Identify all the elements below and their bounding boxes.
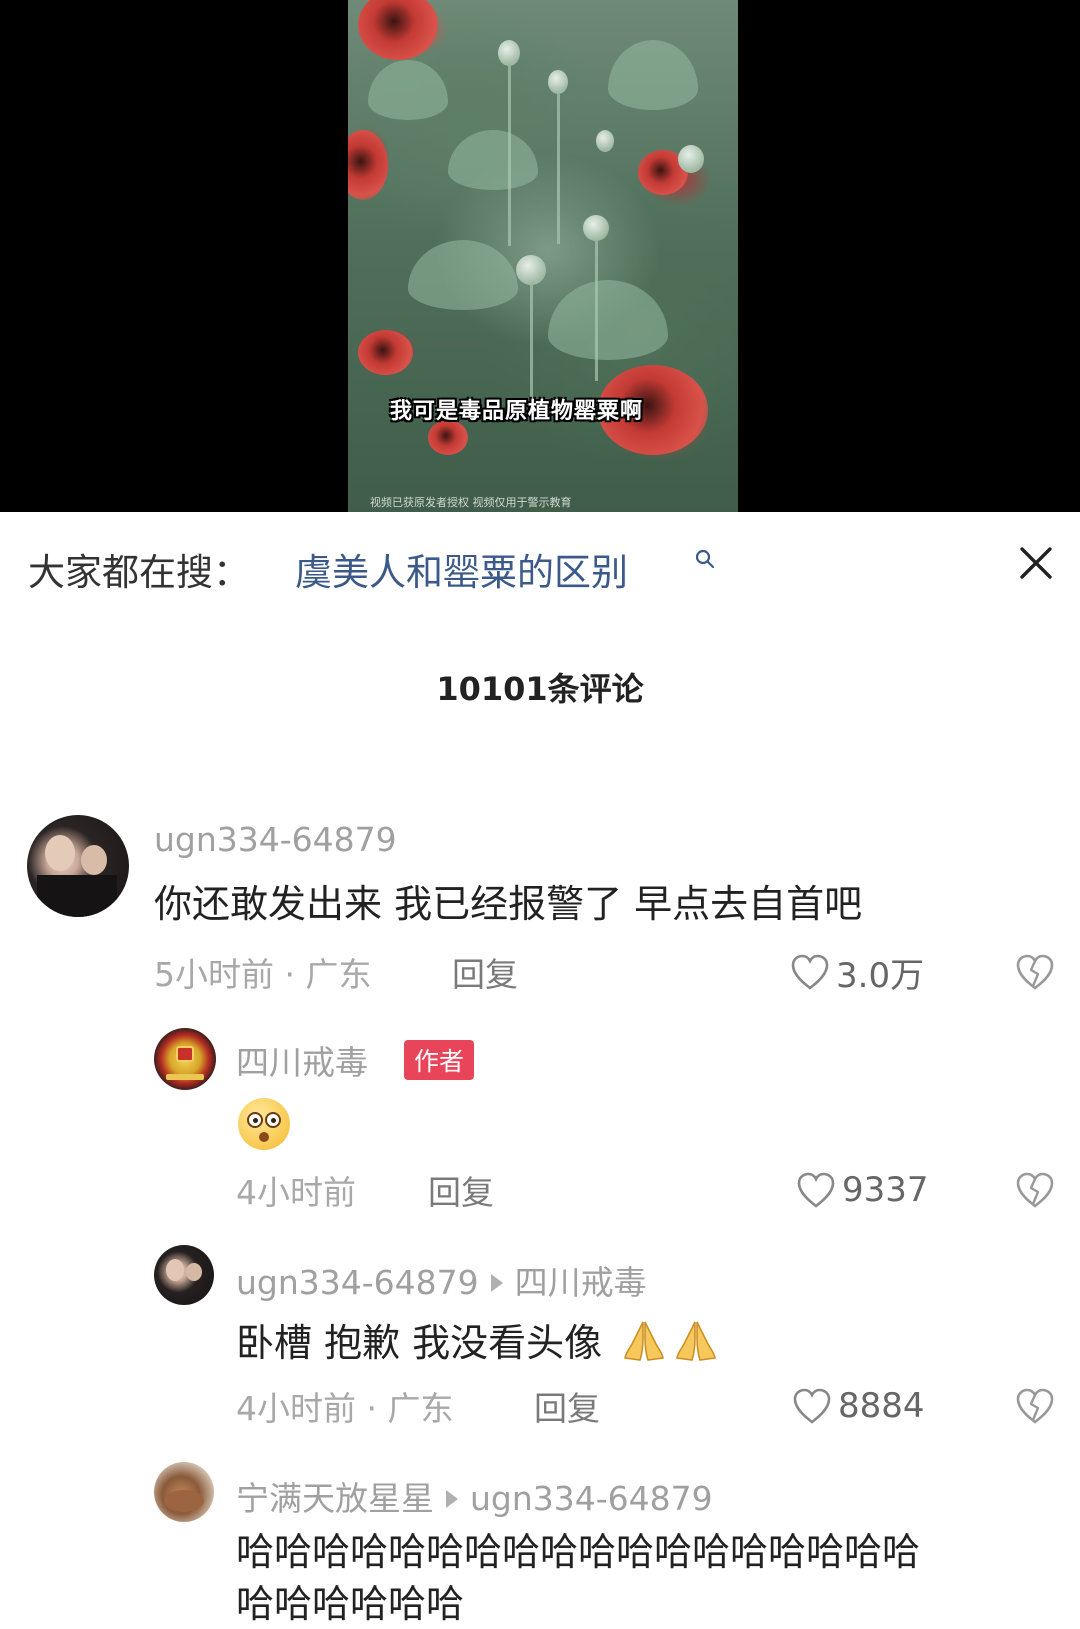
comment-text: 哈哈哈哈哈哈哈哈哈哈哈哈哈哈哈哈哈哈 哈哈哈哈哈哈 xyxy=(236,1526,920,1629)
comment-text-line-1: 哈哈哈哈哈哈哈哈哈哈哈哈哈哈哈哈哈哈 xyxy=(236,1530,921,1574)
stem xyxy=(557,94,560,244)
praying-hands-emoji xyxy=(676,1321,717,1361)
avatar[interactable] xyxy=(154,1462,214,1522)
heart-icon xyxy=(791,954,829,990)
shocked-emoji xyxy=(238,1098,290,1150)
comment-username[interactable]: 宁满天放星星 xyxy=(236,1479,434,1518)
like-button[interactable]: 3.0万 xyxy=(790,952,924,996)
comment-meta: 4小时前 xyxy=(236,1173,356,1212)
reply-button[interactable]: 回复 xyxy=(428,1166,494,1214)
reply-arrow-icon xyxy=(446,1489,458,1508)
video-disclaimer: 视频已获原发者授权 视频仅用于警示教育 xyxy=(370,496,572,509)
comment-meta: 5小时前 · 广东 xyxy=(154,955,372,994)
close-icon[interactable] xyxy=(1017,544,1055,582)
comment-count-title: 10101条评论 xyxy=(436,670,644,708)
search-icon[interactable] xyxy=(694,548,716,570)
praying-hands-emoji xyxy=(624,1321,665,1361)
leaf xyxy=(408,240,518,310)
like-count: 8884 xyxy=(838,1386,925,1426)
poppy-bud xyxy=(548,70,568,94)
reply-button[interactable]: 回复 xyxy=(452,948,518,996)
like-count: 9337 xyxy=(842,1170,929,1210)
broken-heart-icon[interactable] xyxy=(1015,1170,1055,1210)
reply-button[interactable]: 回复 xyxy=(534,1382,600,1430)
like-button[interactable]: 8884 xyxy=(792,1386,925,1426)
comment-username[interactable]: ugn334-64879 xyxy=(154,820,397,859)
broken-heart-icon[interactable] xyxy=(1015,952,1055,992)
comment-username[interactable]: ugn334-64879 xyxy=(236,1263,479,1302)
video-frame[interactable]: 我可是毒品原植物罂粟啊 视频已获原发者授权 视频仅用于警示教育 xyxy=(348,0,738,512)
comment-username[interactable]: 四川戒毒 xyxy=(236,1036,368,1084)
comment-username-line: 宁满天放星星 ugn334-64879 xyxy=(236,1472,713,1520)
poppy-bud xyxy=(583,215,609,241)
leaf xyxy=(448,130,538,190)
police-badge-avatar[interactable] xyxy=(154,1028,216,1090)
avatar[interactable] xyxy=(27,815,129,917)
comment-text-line-2: 哈哈哈哈哈哈 xyxy=(236,1582,465,1626)
leaf xyxy=(548,280,668,360)
stem xyxy=(530,285,533,405)
like-count: 3.0万 xyxy=(836,955,925,996)
video-player[interactable]: 我可是毒品原植物罂粟啊 视频已获原发者授权 视频仅用于警示教育 xyxy=(0,0,1080,512)
reply-arrow-icon xyxy=(490,1273,503,1292)
comment-meta: 4小时前 · 广东 xyxy=(236,1389,454,1428)
stem xyxy=(508,66,511,246)
search-suggestion-bar: 大家都在搜： 虞美人和罂粟的区别 xyxy=(0,528,1080,598)
poppy-bud xyxy=(678,145,704,173)
heart-icon xyxy=(793,1388,831,1424)
comment-text: 你还敢发出来 我已经报警了 早点去自首吧 xyxy=(154,882,863,926)
video-caption: 我可是毒品原植物罂粟啊 xyxy=(390,399,644,424)
comment-text-line: 卧槽 抱歉 我没看头像 xyxy=(236,1312,718,1367)
poppy-bud xyxy=(516,255,546,285)
search-suggestion-link[interactable]: 虞美人和罂粟的区别 xyxy=(295,542,628,596)
reply-to-username[interactable]: 四川戒毒 xyxy=(515,1263,647,1302)
comment-text: 卧槽 抱歉 我没看头像 xyxy=(236,1321,603,1365)
stem xyxy=(595,241,598,381)
search-prefix-label: 大家都在搜： xyxy=(28,551,250,594)
heart-icon xyxy=(797,1172,835,1208)
reply-to-username[interactable]: ugn334-64879 xyxy=(470,1479,713,1518)
poppy-flower xyxy=(358,0,438,60)
leaf xyxy=(608,40,698,110)
comment-username-line: ugn334-64879 四川戒毒 xyxy=(236,1256,647,1304)
poppy-flower xyxy=(348,130,388,200)
poppy-bud xyxy=(498,40,520,66)
leaf xyxy=(368,60,448,120)
broken-heart-icon[interactable] xyxy=(1015,1386,1055,1426)
poppy-bud xyxy=(596,130,614,152)
author-badge: 作者 xyxy=(404,1040,475,1080)
poppy-flower xyxy=(358,330,413,375)
like-button[interactable]: 9337 xyxy=(796,1170,929,1210)
avatar[interactable] xyxy=(154,1245,214,1305)
